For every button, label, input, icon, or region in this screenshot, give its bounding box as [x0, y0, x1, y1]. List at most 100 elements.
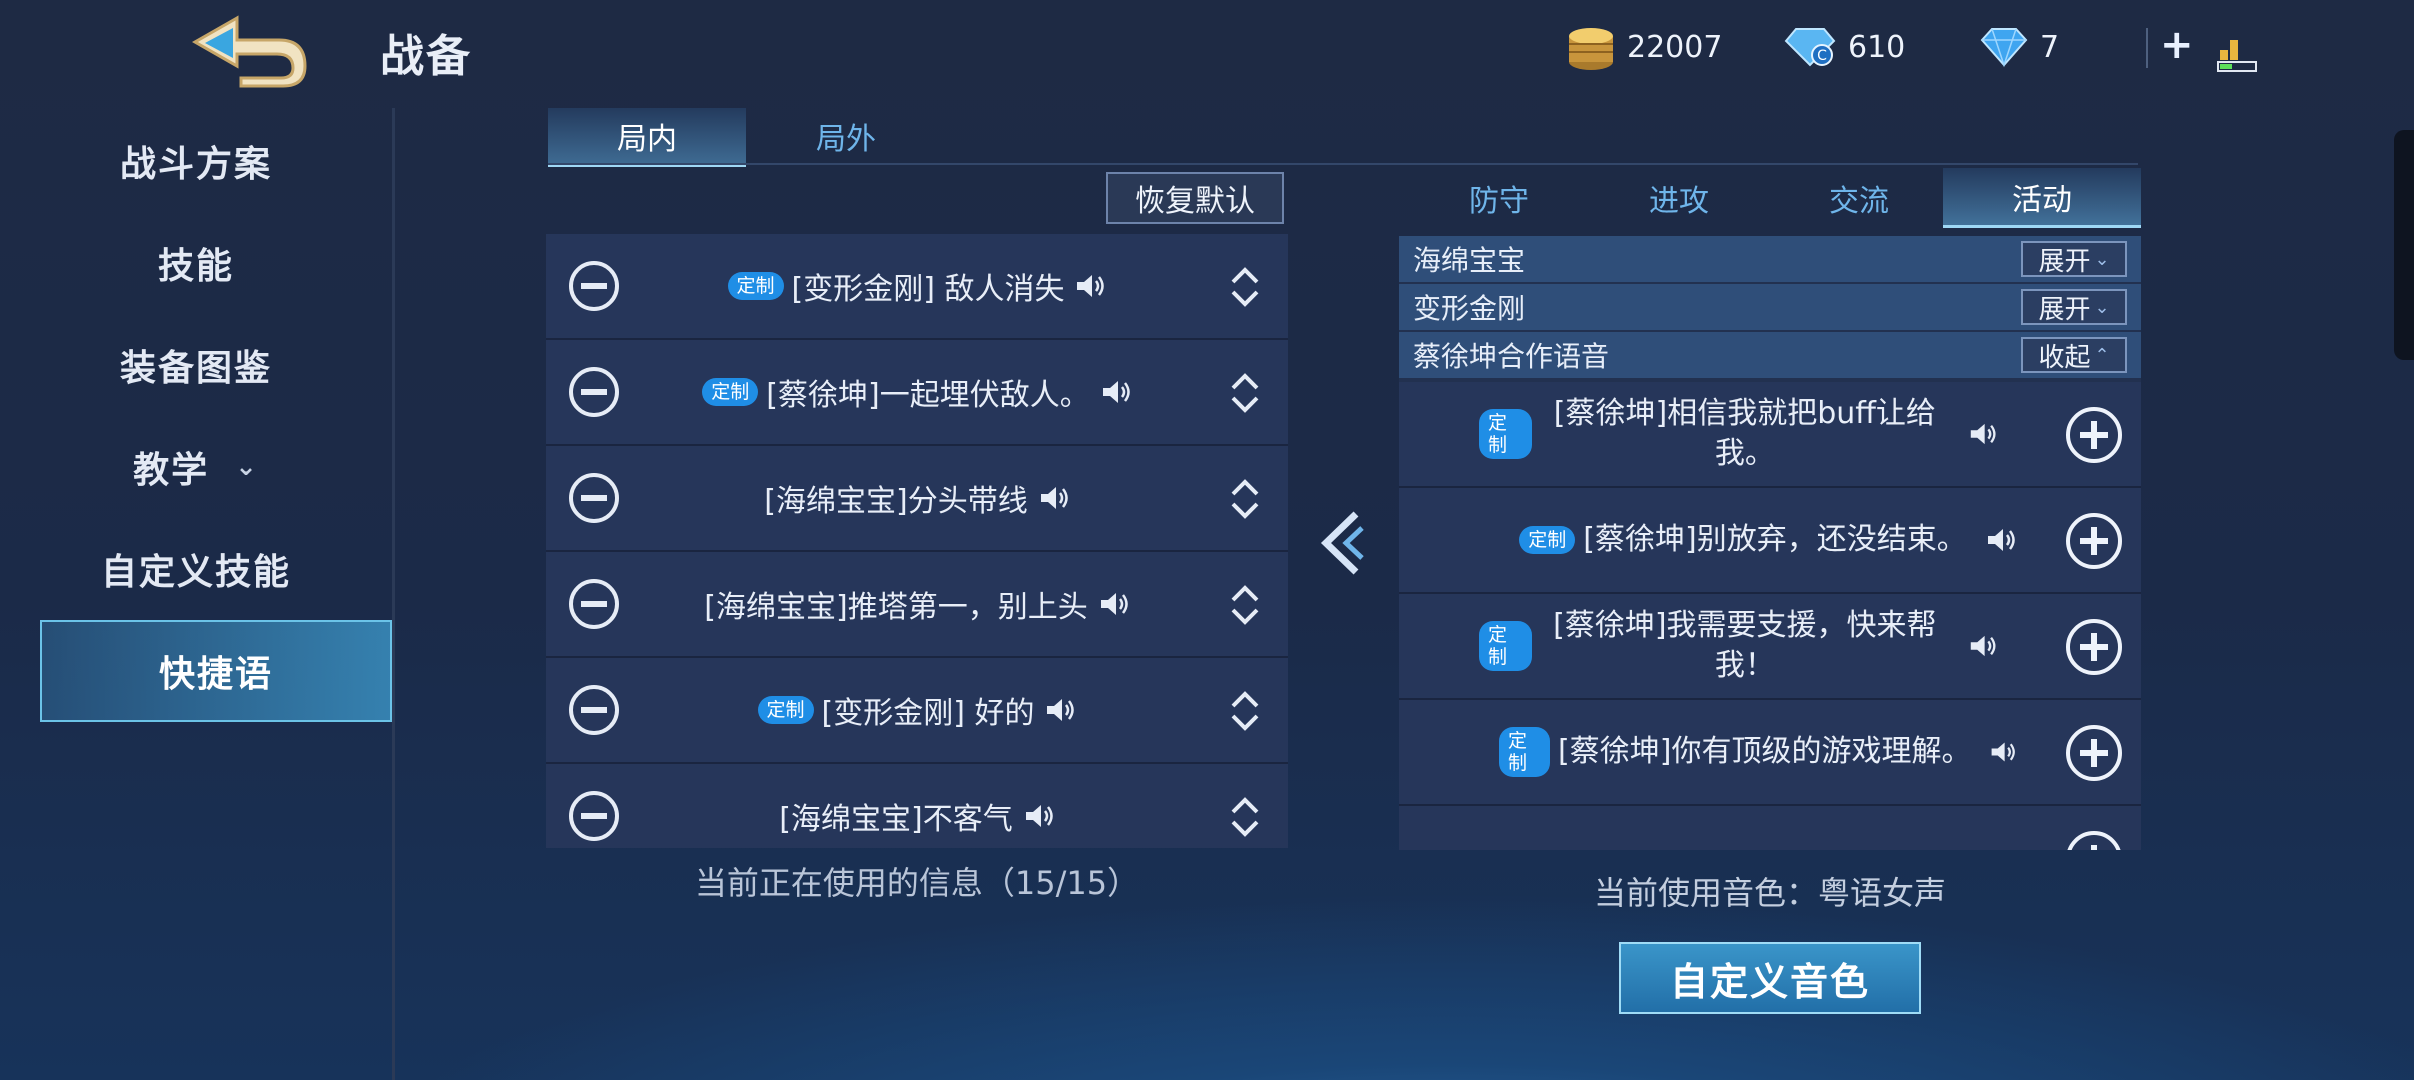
tab-in-game[interactable]: 局内 — [548, 108, 746, 167]
remove-icon[interactable] — [568, 790, 620, 842]
category-label: 蔡徐坤合作语音 — [1413, 340, 1610, 373]
category-label: 变形金刚 — [1413, 292, 1526, 325]
voucher-balance: C 610 — [1782, 22, 1905, 72]
sidebar-item-label: 教学 — [133, 450, 210, 491]
gold-coin-icon — [1569, 28, 1613, 70]
speaker-icon[interactable] — [1038, 483, 1072, 513]
chevron-down-icon: ⌄ — [2094, 296, 2110, 318]
list-item[interactable]: [海绵宝宝]分头带线 — [546, 446, 1288, 552]
speaker-icon[interactable] — [1968, 631, 1999, 661]
custom-badge: 定制 — [757, 696, 814, 724]
collapse-label: 收起 — [2038, 342, 2091, 373]
reorder-icon[interactable] — [1228, 476, 1262, 522]
category-row[interactable]: 变形金刚 展开 ⌄ — [1399, 284, 2141, 332]
tabs-divider — [548, 163, 2138, 165]
remove-icon[interactable] — [568, 472, 620, 524]
remove-icon[interactable] — [568, 366, 620, 418]
list-item[interactable]: 定制 [变形金刚] 好的 — [546, 658, 1288, 764]
remove-icon[interactable] — [568, 578, 620, 630]
custom-badge: 定制 — [1479, 621, 1533, 671]
expand-button[interactable]: 展开 ⌄ — [2021, 289, 2127, 325]
list-item-text: 定制 [蔡徐坤]相信我就把buff让给我。 — [1479, 382, 1999, 486]
tab-communicate[interactable]: 交流 — [1769, 168, 1949, 228]
page-title: 战备 — [380, 31, 472, 82]
list-item[interactable]: [海绵宝宝]推塔第一，别上头 — [546, 552, 1288, 658]
list-item-text: [海绵宝宝]不客气 — [638, 764, 1198, 848]
speaker-icon[interactable] — [1968, 419, 1999, 449]
tab-activity[interactable]: 活动 — [1943, 168, 2141, 228]
list-item[interactable] — [1399, 806, 2141, 850]
category-label: 海绵宝宝 — [1413, 244, 1526, 277]
remove-icon[interactable] — [568, 684, 620, 736]
list-item[interactable]: 定制 [蔡徐坤]你有顶级的游戏理解。 — [1399, 700, 2141, 806]
list-item[interactable]: 定制 [蔡徐坤]我需要支援，快来帮我！ — [1399, 594, 2141, 700]
sidebar-item-quick-chat[interactable]: 快捷语 — [40, 620, 392, 722]
speaker-icon[interactable] — [1023, 801, 1057, 831]
sidebar-item-equipment[interactable]: 装备图鉴 — [0, 314, 392, 416]
tab-label: 局外 — [816, 122, 876, 157]
recharge-plus-icon[interactable]: + — [2160, 25, 2194, 65]
custom-badge: 定制 — [1519, 526, 1576, 554]
list-item-text: 定制 [蔡徐坤]我需要支援，快来帮我！ — [1479, 594, 1999, 698]
category-row[interactable]: 海绵宝宝 展开 ⌄ — [1399, 236, 2141, 284]
custom-voice-button[interactable]: 自定义音色 — [1619, 942, 1921, 1014]
quick-chat-text: [蔡徐坤]你有顶级的游戏理解。 — [1558, 734, 1972, 769]
collapse-button[interactable]: 收起 ⌃ — [2021, 337, 2127, 373]
list-item[interactable]: 定制 [蔡徐坤]一起埋伏敌人。 — [546, 340, 1288, 446]
sidebar-item-skills[interactable]: 技能 — [0, 212, 392, 314]
list-item-text: 定制 [变形金刚] 敌人消失 — [638, 234, 1198, 338]
list-item-text: 定制 [蔡徐坤]你有顶级的游戏理解。 — [1499, 700, 2019, 804]
sidebar-item-custom-skills[interactable]: 自定义技能 — [0, 518, 392, 620]
add-icon[interactable] — [2065, 830, 2123, 850]
list-item-text: 定制 [变形金刚] 好的 — [638, 658, 1198, 762]
available-quick-chat-list[interactable]: 海绵宝宝 展开 ⌄ 变形金刚 展开 ⌄ 蔡徐坤合作语音 收起 ⌃ 定制 [蔡徐坤]相信… — [1399, 236, 2141, 850]
quick-chat-text: [蔡徐坤]别放弃，还没结束。 — [1583, 522, 1967, 557]
speaker-icon[interactable] — [1989, 737, 2019, 767]
reorder-icon[interactable] — [1228, 582, 1262, 628]
edge-handle[interactable] — [2394, 130, 2414, 360]
reorder-icon[interactable] — [1228, 370, 1262, 416]
quick-chat-text: [变形金刚] 敌人消失 — [791, 272, 1065, 307]
add-icon[interactable] — [2065, 724, 2123, 782]
gold-balance: 22007 — [1565, 22, 1722, 72]
list-item-text: 定制 [蔡徐坤]别放弃，还没结束。 — [1509, 488, 2029, 592]
diamond-amount: 7 — [2040, 29, 2060, 65]
speaker-icon[interactable] — [1044, 695, 1078, 725]
reorder-icon[interactable] — [1228, 688, 1262, 734]
reset-default-button[interactable]: 恢复默认 — [1106, 172, 1284, 224]
speaker-icon[interactable] — [1074, 271, 1108, 301]
tab-defense[interactable]: 防守 — [1409, 168, 1589, 228]
list-item[interactable]: 定制 [蔡徐坤]别放弃，还没结束。 — [1399, 488, 2141, 594]
sidebar-item-label: 装备图鉴 — [119, 348, 272, 389]
current-quick-chat-list[interactable]: 定制 [变形金刚] 敌人消失 定制 [蔡徐坤]一起埋伏敌人。 [海绵宝宝]分头带… — [546, 234, 1288, 848]
list-item[interactable]: 定制 [变形金刚] 敌人消失 — [546, 234, 1288, 340]
chevron-left-icon[interactable] — [1316, 508, 1370, 578]
current-usage-count: 当前正在使用的信息（15/15） — [694, 864, 1140, 902]
tab-attack[interactable]: 进攻 — [1589, 168, 1769, 228]
expand-label: 展开 — [2038, 246, 2091, 277]
sidebar-item-tutorial[interactable]: 教学 ⌄ — [0, 416, 392, 518]
add-icon[interactable] — [2065, 618, 2123, 676]
quick-chat-text: [海绵宝宝]分头带线 — [764, 484, 1028, 519]
quick-chat-text: [变形金刚] 好的 — [821, 696, 1035, 731]
expand-button[interactable]: 展开 ⌄ — [2021, 241, 2127, 277]
diamond-icon — [1980, 28, 2028, 68]
add-icon[interactable] — [2065, 512, 2123, 570]
list-item[interactable]: 定制 [蔡徐坤]相信我就把buff让给我。 — [1399, 382, 2141, 488]
speaker-icon[interactable] — [1098, 589, 1132, 619]
speaker-icon[interactable] — [1100, 377, 1134, 407]
reorder-icon[interactable] — [1228, 264, 1262, 310]
remove-icon[interactable] — [568, 260, 620, 312]
category-row[interactable]: 蔡徐坤合作语音 收起 ⌃ — [1399, 332, 2141, 380]
tab-out-game[interactable]: 局外 — [746, 108, 946, 164]
list-item[interactable]: [海绵宝宝]不客气 — [546, 764, 1288, 848]
sidebar-item-battle-plan[interactable]: 战斗方案 — [0, 110, 392, 212]
expand-label: 展开 — [2038, 294, 2091, 325]
voucher-diamond-icon: C — [1784, 28, 1836, 67]
sidebar: 战斗方案 技能 装备图鉴 教学 ⌄ 自定义技能 快捷语 — [0, 108, 395, 1080]
add-icon[interactable] — [2065, 406, 2123, 464]
speaker-icon[interactable] — [1985, 525, 2019, 555]
back-button[interactable] — [185, 12, 310, 90]
list-item-text: [海绵宝宝]推塔第一，别上头 — [638, 552, 1198, 656]
reorder-icon[interactable] — [1228, 794, 1262, 840]
